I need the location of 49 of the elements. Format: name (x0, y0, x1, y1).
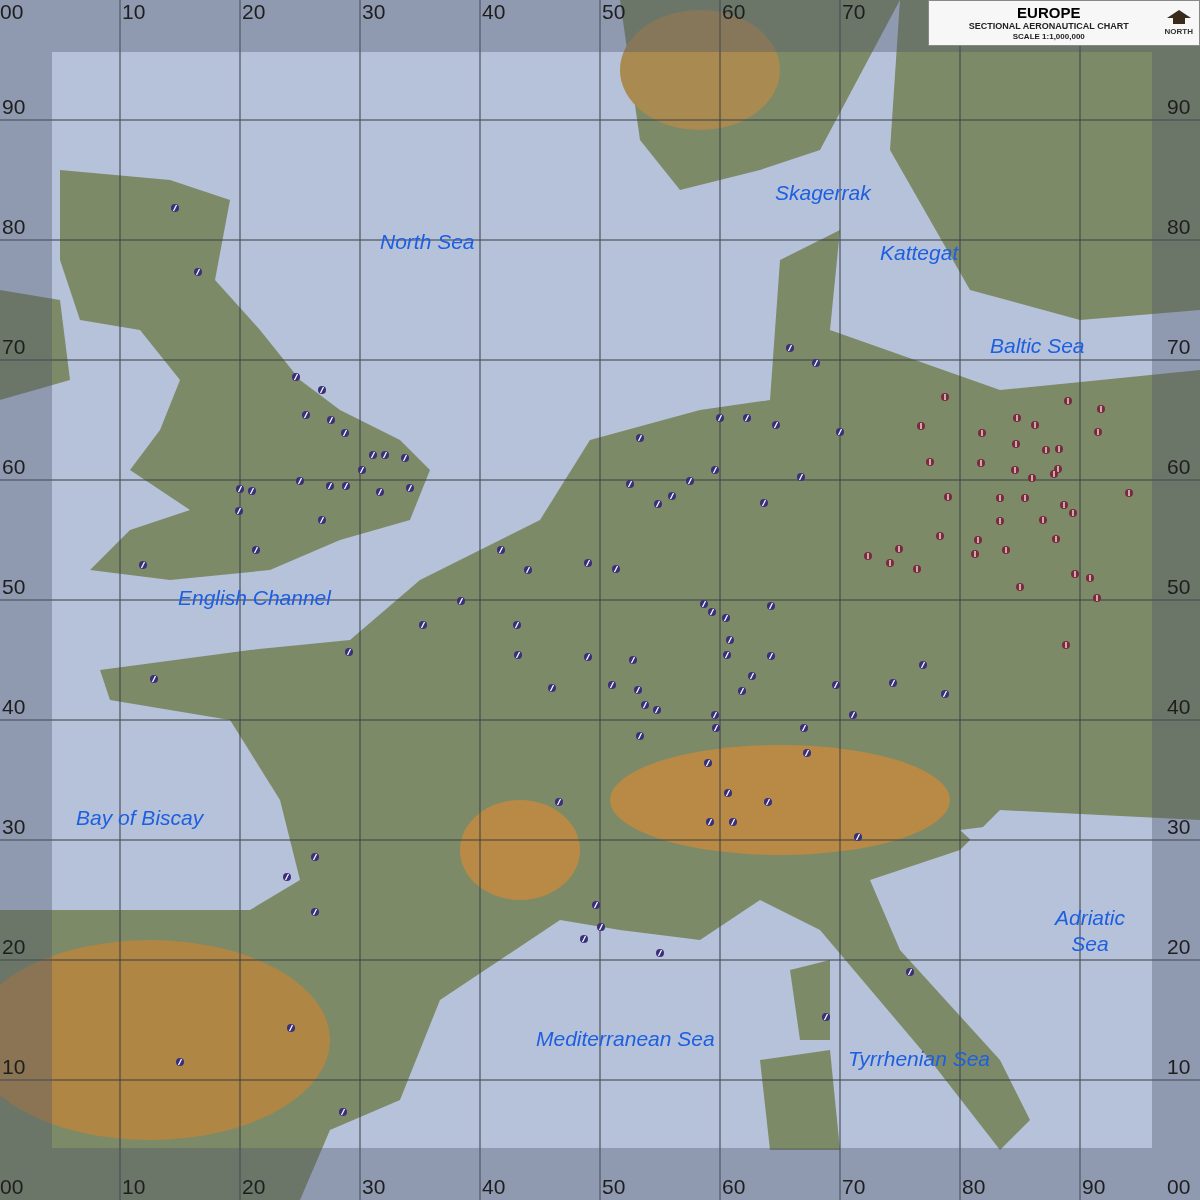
grid-label: 20 (2, 934, 26, 960)
grid-label: 40 (482, 1174, 506, 1200)
grid-label: 50 (602, 1174, 626, 1200)
grid-label: 00 (0, 0, 24, 25)
grid-label: 30 (362, 1174, 386, 1200)
chart-subtitle: SECTIONAL AERONAUTICAL CHART (968, 21, 1129, 32)
scale-label: SCALE 1:1,000,000 (1012, 32, 1085, 41)
grid-label: 30 (1167, 814, 1191, 840)
sea-label: Mediterranean Sea (536, 1026, 715, 1052)
sea-label: Skagerrak (775, 180, 871, 206)
north-arrow-icon (1166, 10, 1191, 24)
grid-label: 50 (2, 574, 26, 600)
grid-label: 50 (602, 0, 626, 25)
grid-label: 90 (1082, 1174, 1106, 1200)
grid-label: 10 (122, 0, 146, 25)
grid-label: 10 (1167, 1054, 1191, 1080)
grid-label: 20 (242, 1174, 266, 1200)
grid-label: 20 (1167, 934, 1191, 960)
grid-label: 60 (2, 454, 26, 480)
grid-label: 90 (1167, 94, 1191, 120)
grid-label: 60 (722, 0, 746, 25)
grid-label: 50 (1167, 574, 1191, 600)
grid-label: 70 (842, 1174, 866, 1200)
north-label: NORTH (1164, 27, 1193, 36)
sea-label: Baltic Sea (990, 333, 1085, 359)
grid-label: 10 (122, 1174, 146, 1200)
chart-title: EUROPE (1017, 5, 1081, 21)
grid-label: 30 (362, 0, 386, 25)
grid-label: 00 (0, 1174, 24, 1200)
grid-label: 80 (962, 1174, 986, 1200)
grid-label: 80 (2, 214, 26, 240)
grid-label: 20 (242, 0, 266, 25)
grid-label: 60 (1167, 454, 1191, 480)
grid-label: 70 (1167, 334, 1191, 360)
sea-label: Adriatic Sea (1053, 905, 1126, 957)
grid-label: 00 (1167, 1174, 1191, 1200)
grid-label: 80 (1167, 214, 1191, 240)
grid-label: 70 (2, 334, 26, 360)
sea-label: Bay of Biscay (76, 805, 204, 831)
grid-label: 40 (1167, 694, 1191, 720)
grid-label: 60 (722, 1174, 746, 1200)
grid-label: 30 (2, 814, 26, 840)
grid-label: 10 (2, 1054, 26, 1080)
sea-label: English Channel (178, 585, 331, 611)
sea-label: North Sea (380, 229, 475, 255)
grid-label: 40 (2, 694, 26, 720)
grid-label: 70 (842, 0, 866, 25)
grid-label: 90 (2, 94, 26, 120)
grid-label: 40 (482, 0, 506, 25)
